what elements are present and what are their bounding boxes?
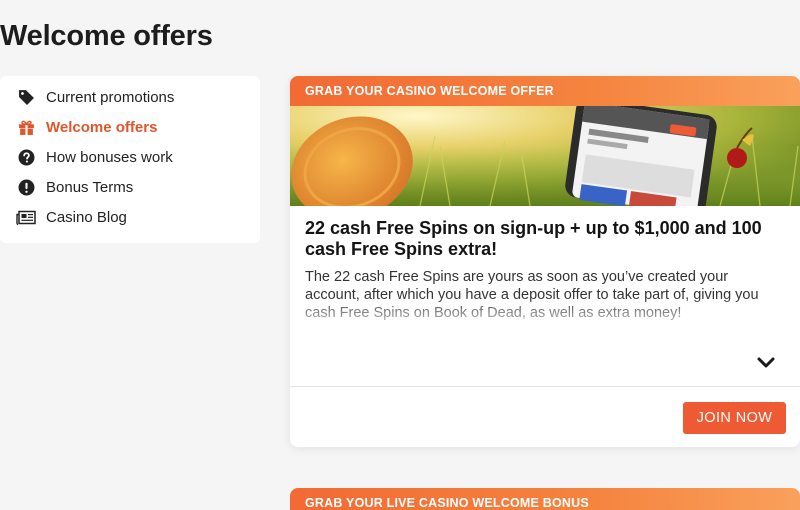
card-body: 22 cash Free Spins on sign-up + up to $1… bbox=[290, 206, 800, 340]
card-header: GRAB YOUR CASINO WELCOME OFFER bbox=[290, 76, 800, 106]
newspaper-icon bbox=[16, 207, 36, 227]
sidebar-item-how-bonuses-work[interactable]: How bonuses work bbox=[0, 142, 260, 172]
casino-welcome-offer-card: GRAB YOUR CASINO WELCOME OFFER 22 cash F… bbox=[290, 76, 800, 447]
offer-title: 22 cash Free Spins on sign-up + up to $1… bbox=[305, 218, 762, 259]
divider bbox=[290, 386, 800, 387]
sidebar: Current promotions Welcome offers How bo… bbox=[0, 76, 260, 243]
gift-icon bbox=[16, 117, 36, 137]
live-casino-welcome-bonus-card: GRAB YOUR LIVE CASINO WELCOME BONUS bbox=[290, 488, 800, 510]
sidebar-item-label: Bonus Terms bbox=[46, 178, 134, 196]
sidebar-item-bonus-terms[interactable]: Bonus Terms bbox=[0, 172, 260, 202]
offer-description: The 22 cash Free Spins are yours as soon… bbox=[305, 268, 785, 340]
sidebar-item-label: Current promotions bbox=[46, 88, 175, 106]
sidebar-item-casino-blog[interactable]: Casino Blog bbox=[0, 202, 260, 232]
exclamation-circle-icon bbox=[16, 177, 36, 197]
question-circle-icon bbox=[16, 147, 36, 167]
sidebar-item-current-promotions[interactable]: Current promotions bbox=[0, 82, 260, 112]
sidebar-item-label: How bonuses work bbox=[46, 148, 173, 166]
chevron-down-icon[interactable] bbox=[756, 355, 776, 371]
tag-icon bbox=[16, 87, 36, 107]
sidebar-item-label: Casino Blog bbox=[46, 208, 127, 226]
card-header: GRAB YOUR LIVE CASINO WELCOME BONUS bbox=[290, 488, 800, 510]
sidebar-item-welcome-offers[interactable]: Welcome offers bbox=[0, 112, 260, 142]
join-now-button[interactable]: JOIN NOW bbox=[683, 402, 786, 434]
sidebar-item-label: Welcome offers bbox=[46, 118, 158, 136]
page-title: Welcome offers bbox=[0, 20, 213, 52]
hero-image bbox=[290, 106, 800, 206]
